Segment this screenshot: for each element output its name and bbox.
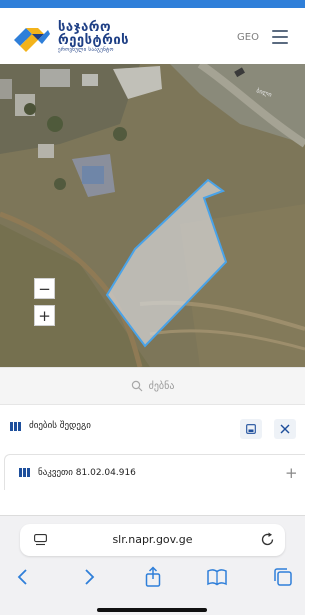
expand-plus-icon[interactable]: + [285, 464, 298, 482]
browser-nav-row [0, 566, 305, 588]
napr-logo-icon[interactable] [10, 22, 52, 52]
browser-toolbar: slr.napr.gov.ge [0, 515, 305, 615]
hamburger-menu-icon[interactable] [272, 30, 288, 44]
search-label: ძებნა [148, 380, 175, 392]
site-header: საჯარო რეესტრის ეროვნული სააგენტო GEO [0, 8, 305, 64]
close-button[interactable] [274, 419, 296, 439]
share-icon[interactable] [142, 566, 164, 588]
parcel-label: ნაკვეთი 81.02.04.916 [38, 467, 136, 478]
results-title: ძიების შედეგი [29, 421, 91, 431]
zoom-out-button[interactable]: − [34, 278, 55, 299]
logo-text: საჯარო რეესტრის ეროვნული სააგენტო [58, 21, 129, 54]
address-bar[interactable]: slr.napr.gov.ge [20, 524, 285, 556]
forward-arrow-icon[interactable] [78, 566, 100, 588]
bookmarks-icon[interactable] [206, 566, 228, 588]
save-button[interactable] [240, 419, 262, 439]
parcel-list-item[interactable]: ნაკვეთი 81.02.04.916 + [4, 454, 305, 490]
back-arrow-icon[interactable] [12, 566, 34, 588]
save-icon [246, 424, 256, 434]
top-accent-strip [0, 0, 305, 8]
home-indicator [97, 608, 207, 612]
map-book-icon [10, 421, 21, 431]
close-icon [280, 424, 290, 434]
zoom-in-button[interactable]: + [34, 305, 55, 326]
language-switch[interactable]: GEO [237, 32, 259, 43]
map-book-icon [19, 468, 30, 477]
results-header: ძიების შედეგი [0, 405, 305, 447]
url-text: slr.napr.gov.ge [112, 533, 193, 546]
zoom-controls: − + [34, 278, 55, 328]
reload-icon[interactable] [260, 532, 275, 547]
map-view[interactable]: ბილი − + [0, 64, 305, 367]
tabs-icon[interactable] [272, 566, 294, 588]
logo-line-3: ეროვნული სააგენტო [58, 47, 114, 53]
logo-line-2: რეესტრის [58, 33, 130, 48]
search-bar[interactable]: ძებნა [0, 367, 305, 405]
search-icon [131, 380, 143, 392]
